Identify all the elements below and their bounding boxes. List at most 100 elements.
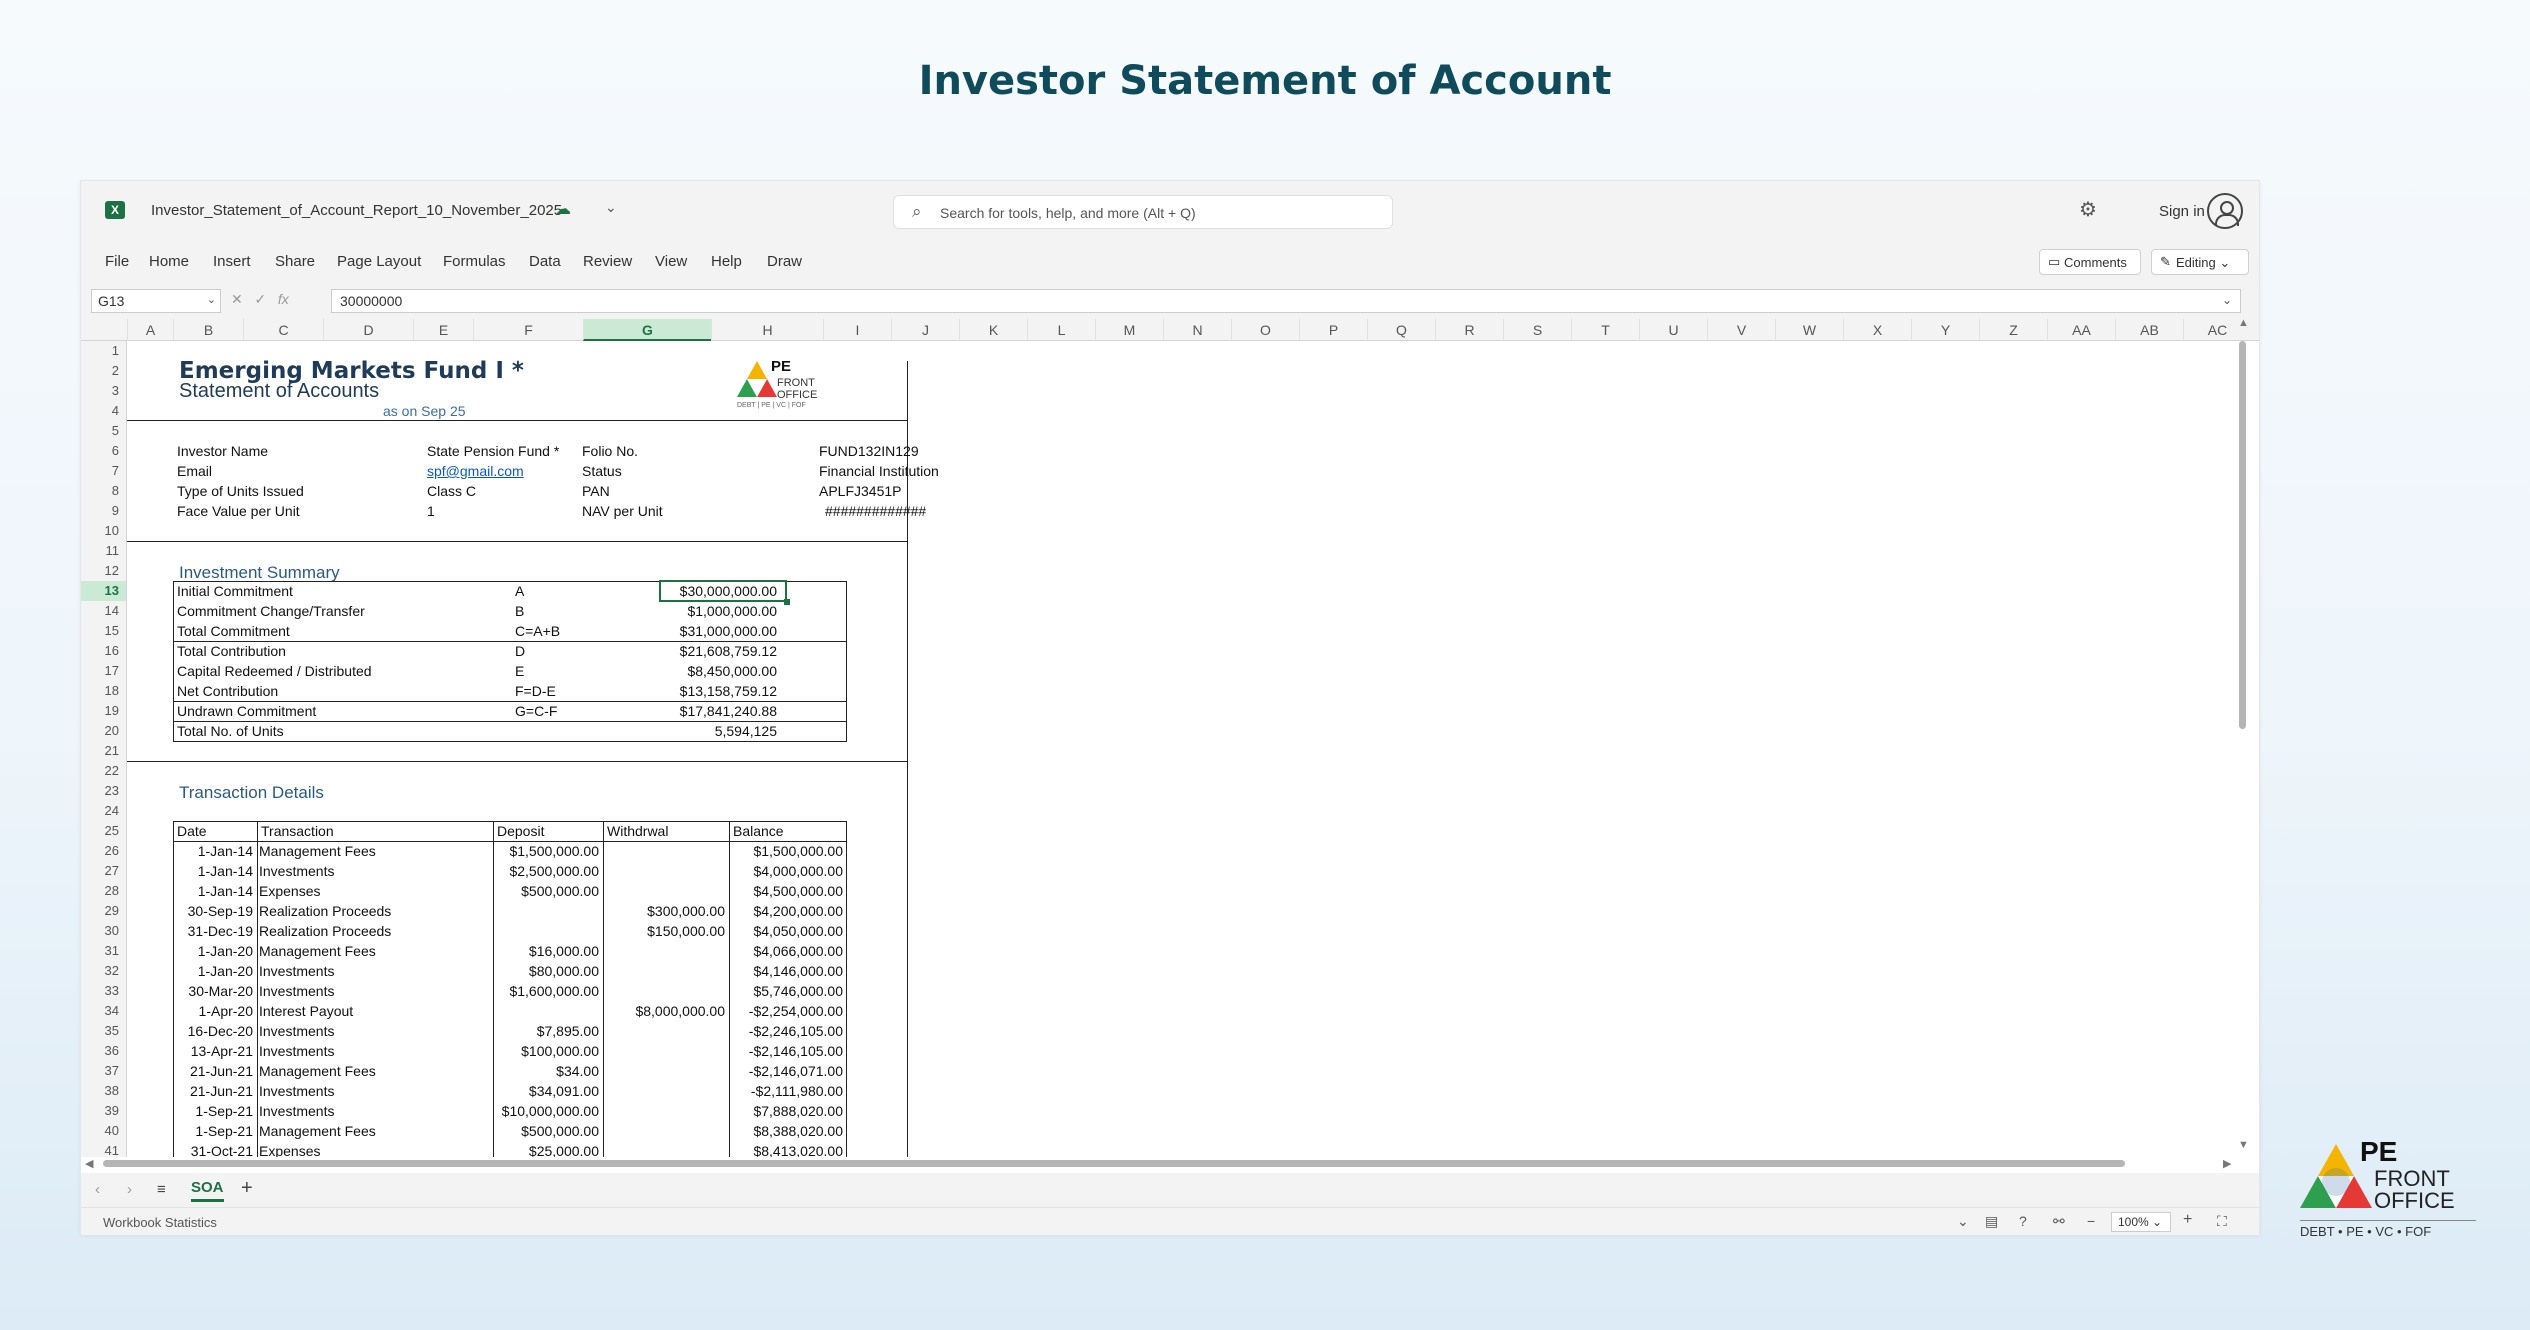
workbook-statistics[interactable]: Workbook Statistics — [103, 1215, 217, 1230]
row-header[interactable]: 10 — [81, 521, 126, 541]
row-header[interactable]: 23 — [81, 781, 126, 801]
worksheet[interactable]: Emerging Markets Fund I * Statement of A… — [127, 341, 2217, 1157]
row-header[interactable]: 8 — [81, 481, 126, 501]
menu-file[interactable]: File — [105, 253, 129, 270]
fill-handle[interactable] — [784, 599, 790, 605]
row-header[interactable]: 29 — [81, 901, 126, 921]
row-header[interactable]: 7 — [81, 461, 126, 481]
avatar[interactable] — [2207, 193, 2243, 229]
column-header[interactable]: T — [1571, 319, 1639, 341]
next-sheet-icon[interactable]: › — [127, 1181, 132, 1198]
sign-in-link[interactable]: Sign in — [2159, 203, 2205, 220]
column-header[interactable]: H — [711, 319, 823, 341]
row-header[interactable]: 9 — [81, 501, 126, 521]
row-header[interactable]: 32 — [81, 961, 126, 981]
row-header[interactable]: 15 — [81, 621, 126, 641]
all-sheets-icon[interactable]: ≡ — [157, 1181, 166, 1198]
column-header[interactable]: D — [323, 319, 413, 341]
column-header[interactable]: P — [1299, 319, 1367, 341]
selected-cell-g13[interactable] — [659, 580, 787, 602]
column-header[interactable]: I — [823, 319, 891, 341]
row-header[interactable]: 41 — [81, 1141, 126, 1157]
menu-view[interactable]: View — [655, 253, 687, 270]
fx-icon[interactable]: fx — [278, 291, 289, 307]
column-header[interactable]: Z — [1979, 319, 2047, 341]
menu-page-layout[interactable]: Page Layout — [337, 253, 421, 270]
add-sheet-icon[interactable]: + — [241, 1177, 253, 1200]
column-header[interactable]: B — [173, 319, 243, 341]
scroll-left-icon[interactable]: ◀ — [85, 1157, 93, 1170]
search-input[interactable]: ⌕ Search for tools, help, and more (Alt … — [893, 195, 1393, 229]
column-header[interactable]: Q — [1367, 319, 1435, 341]
row-header[interactable]: 5 — [81, 421, 126, 441]
formula-input[interactable]: 30000000 ⌄ — [331, 289, 2241, 313]
row-header[interactable]: 39 — [81, 1101, 126, 1121]
column-header[interactable]: O — [1231, 319, 1299, 341]
zoom-in-icon[interactable]: + — [2183, 1211, 2192, 1229]
sheet-tab-soa[interactable]: SOA — [191, 1179, 224, 1202]
comments-button[interactable]: ▭ Comments — [2039, 249, 2141, 275]
row-header[interactable]: 13 — [81, 581, 126, 601]
scroll-down-icon[interactable]: ▼ — [2238, 1139, 2249, 1151]
vertical-scroll-thumb[interactable] — [2239, 341, 2246, 729]
chevron-down-icon[interactable]: ⌄ — [605, 199, 617, 216]
row-header[interactable]: 24 — [81, 801, 126, 821]
horizontal-scroll-thumb[interactable] — [103, 1160, 2125, 1167]
row-header[interactable]: 20 — [81, 721, 126, 741]
menu-data[interactable]: Data — [529, 253, 561, 270]
row-header[interactable]: 35 — [81, 1021, 126, 1041]
help-icon[interactable]: ? — [2019, 1213, 2027, 1229]
row-header[interactable]: 38 — [81, 1081, 126, 1101]
menu-review[interactable]: Review — [583, 253, 632, 270]
column-header[interactable]: R — [1435, 319, 1503, 341]
row-header[interactable]: 30 — [81, 921, 126, 941]
gear-icon[interactable]: ⚙ — [2079, 197, 2097, 222]
fullscreen-icon[interactable]: ⛶ — [2217, 1213, 2227, 1230]
row-header[interactable]: 12 — [81, 561, 126, 581]
column-header[interactable]: A — [127, 319, 173, 341]
row-header[interactable]: 21 — [81, 741, 126, 761]
cancel-icon[interactable]: ✕ — [231, 291, 243, 307]
prev-sheet-icon[interactable]: ‹ — [95, 1181, 100, 1198]
column-header[interactable]: S — [1503, 319, 1571, 341]
column-header[interactable]: C — [243, 319, 323, 341]
row-header[interactable]: 16 — [81, 641, 126, 661]
scroll-up-icon[interactable]: ▲ — [2238, 317, 2249, 329]
name-box[interactable]: G13 ⌄ — [91, 289, 221, 313]
row-header[interactable]: 11 — [81, 541, 126, 561]
column-header[interactable]: W — [1775, 319, 1843, 341]
row-header[interactable]: 19 — [81, 701, 126, 721]
menu-insert[interactable]: Insert — [213, 253, 251, 270]
column-header[interactable]: E — [413, 319, 473, 341]
column-header[interactable]: F — [473, 319, 583, 341]
vertical-scrollbar[interactable]: ▲ ▼ — [2237, 317, 2249, 1157]
column-header[interactable]: N — [1163, 319, 1231, 341]
chevron-down-icon[interactable]: ⌄ — [207, 293, 216, 306]
row-header[interactable]: 1 — [81, 341, 126, 361]
excel-logo-icon[interactable]: X — [105, 201, 125, 219]
row-header[interactable]: 28 — [81, 881, 126, 901]
horizontal-scrollbar[interactable]: ◀ ▶ — [81, 1157, 2239, 1171]
normal-view-icon[interactable]: ▤ — [1985, 1213, 1998, 1230]
row-header[interactable]: 40 — [81, 1121, 126, 1141]
row-header[interactable]: 33 — [81, 981, 126, 1001]
column-header[interactable]: J — [891, 319, 959, 341]
menu-share[interactable]: Share — [275, 253, 315, 270]
chevron-down-icon[interactable]: ⌄ — [1957, 1213, 1969, 1230]
row-header[interactable]: 25 — [81, 821, 126, 841]
zoom-out-icon[interactable]: − — [2087, 1213, 2095, 1229]
column-header[interactable]: G — [583, 319, 711, 341]
column-header[interactable]: K — [959, 319, 1027, 341]
menu-draw[interactable]: Draw — [767, 253, 802, 270]
column-header[interactable]: L — [1027, 319, 1095, 341]
row-header[interactable]: 26 — [81, 841, 126, 861]
cloud-saved-icon[interactable]: ☁ — [555, 199, 571, 219]
menu-help[interactable]: Help — [711, 253, 742, 270]
row-header[interactable]: 17 — [81, 661, 126, 681]
row-header[interactable]: 37 — [81, 1061, 126, 1081]
row-header[interactable]: 2 — [81, 361, 126, 381]
link-icon[interactable]: ⚯ — [2053, 1213, 2065, 1230]
row-header[interactable]: 31 — [81, 941, 126, 961]
menu-formulas[interactable]: Formulas — [443, 253, 506, 270]
row-header[interactable]: 34 — [81, 1001, 126, 1021]
